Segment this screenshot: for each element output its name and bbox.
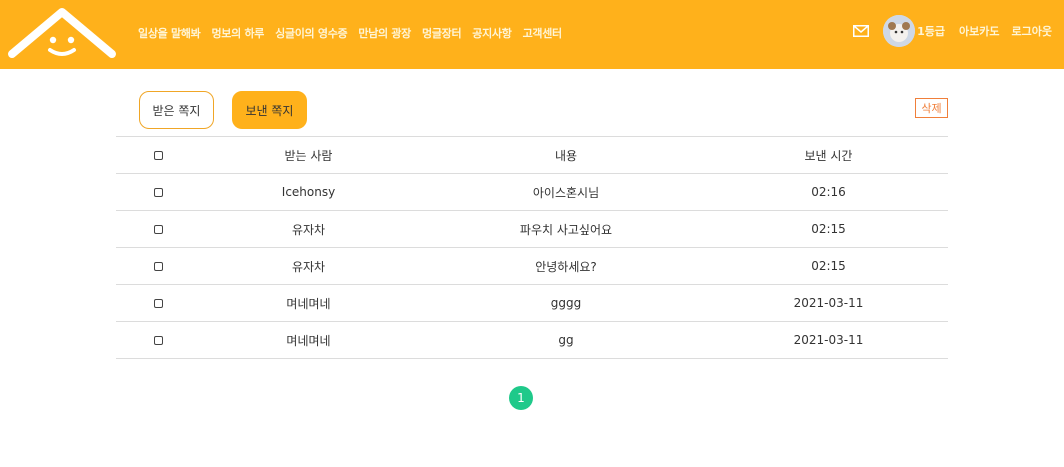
nav-item-dog-day[interactable]: 멍보의 하루 (211, 25, 264, 41)
avatar[interactable] (883, 15, 916, 47)
main-nav: 일상을 말해봐 멍보의 하루 싱글이의 영수증 만남의 광장 멍글장터 공지사항… (138, 25, 562, 41)
user-area: 1등급 아보카도 로그아웃 (853, 15, 1064, 47)
row-content[interactable]: 파우치 사고싶어요 (466, 211, 666, 247)
table-row[interactable]: 며네며네 gggg 2021-03-11 (116, 285, 948, 322)
row-checkbox[interactable] (153, 335, 163, 345)
row-receiver: 며네며네 (286, 333, 331, 348)
row-receiver: 유자차 (291, 222, 326, 237)
smiling-house-logo-icon[interactable] (6, 4, 118, 62)
row-checkbox[interactable] (153, 224, 163, 234)
tab-sent-messages[interactable]: 보낸 쪽지 (232, 91, 307, 129)
delete-button[interactable]: 삭제 (915, 98, 948, 118)
message-table: 받는 사람 내용 보낸 시간 Icehonsy 아이스혼시님 02:16 유자차… (116, 136, 948, 359)
table-row[interactable]: 며네며네 gg 2021-03-11 (116, 322, 948, 359)
nav-item-meeting-square[interactable]: 만남의 광장 (358, 25, 411, 41)
select-all-checkbox[interactable] (153, 150, 163, 160)
table-header-row: 받는 사람 내용 보낸 시간 (116, 137, 948, 174)
username-link[interactable]: 아보카도 (959, 23, 999, 39)
nav-item-daily-talk[interactable]: 일상을 말해봐 (138, 25, 201, 41)
header-receiver: 받는 사람 (284, 148, 333, 163)
row-receiver: 며네며네 (286, 296, 331, 311)
nav-item-support[interactable]: 고객센터 (523, 25, 563, 41)
user-grade: 1등급 (917, 25, 946, 38)
logout-link[interactable]: 로그아웃 (1012, 23, 1052, 39)
row-content[interactable]: 아이스혼시님 (466, 174, 666, 210)
row-time: 02:15 (811, 222, 846, 236)
row-receiver: 유자차 (291, 259, 326, 274)
row-content[interactable]: gg (466, 322, 666, 358)
tab-received-messages[interactable]: 받은 쪽지 (139, 91, 214, 129)
nav-item-notice[interactable]: 공지사항 (472, 25, 512, 41)
row-time: 2021-03-11 (793, 333, 864, 347)
nav-item-single-receipt[interactable]: 싱글이의 영수증 (275, 25, 348, 41)
row-checkbox[interactable] (153, 187, 163, 197)
header-content: 내용 (554, 148, 578, 163)
table-row[interactable]: 유자차 안녕하세요? 02:15 (116, 248, 948, 285)
row-time: 02:16 (811, 185, 846, 199)
table-row[interactable]: 유자차 파우치 사고싶어요 02:15 (116, 211, 948, 248)
pagination-page-1[interactable]: 1 (509, 386, 533, 410)
envelope-icon[interactable] (853, 25, 870, 37)
header-time: 보낸 시간 (804, 148, 853, 163)
nav-item-market[interactable]: 멍글장터 (422, 25, 462, 41)
row-time: 2021-03-11 (793, 296, 864, 310)
header: 일상을 말해봐 멍보의 하루 싱글이의 영수증 만남의 광장 멍글장터 공지사항… (0, 0, 1064, 69)
row-time: 02:15 (811, 259, 846, 273)
row-content[interactable]: 안녕하세요? (466, 248, 666, 284)
row-content[interactable]: gggg (466, 285, 666, 321)
row-checkbox[interactable] (153, 261, 163, 271)
row-receiver: Icehonsy (281, 185, 336, 199)
table-row[interactable]: Icehonsy 아이스혼시님 02:16 (116, 174, 948, 211)
row-checkbox[interactable] (153, 298, 163, 308)
